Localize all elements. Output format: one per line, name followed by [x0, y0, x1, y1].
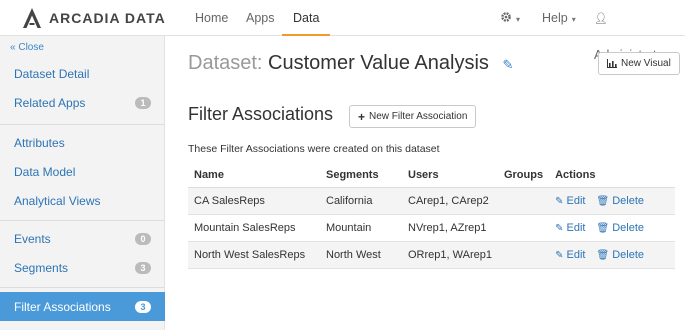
delete-button[interactable]: 🗑︎ Delete — [597, 222, 645, 234]
sidebar-item-filter-associations[interactable]: Filter Associations 3 — [0, 292, 165, 321]
bar-chart-icon — [607, 59, 617, 68]
sidebar-item-attributes[interactable]: Attributes — [0, 128, 165, 157]
dataset-prefix: Dataset: — [188, 52, 263, 74]
table-header-row: Name Segments Users Groups Actions — [188, 163, 675, 188]
table-row: Mountain SalesReps Mountain NVrep1, AZre… — [188, 214, 675, 242]
nav-data[interactable]: Data — [282, 0, 331, 36]
row-name: CA SalesReps — [188, 187, 320, 215]
row-name: Mountain SalesReps — [188, 214, 320, 242]
trash-icon: 🗑︎ — [596, 222, 610, 234]
double-chevron-left-icon: « — [10, 42, 16, 53]
trash-icon: 🗑︎ — [596, 195, 610, 207]
section-description: These Filter Associations were created o… — [188, 143, 440, 155]
edit-label: Edit — [566, 221, 586, 234]
sidebar-item-label: Segments — [14, 260, 69, 275]
table-row: North West SalesReps North West ORrep1, … — [188, 241, 675, 269]
gear-icon — [501, 12, 511, 22]
user-icon: 👤︎ — [594, 13, 608, 25]
sidebar-item-segments[interactable]: Segments 3 — [0, 253, 165, 282]
new-visual-label: New Visual — [621, 58, 671, 69]
delete-button[interactable]: 🗑︎ Delete — [597, 195, 645, 207]
sidebar-item-label: Related Apps — [14, 95, 86, 110]
edit-button[interactable]: ✎ Edit — [555, 249, 585, 261]
sidebar: « Close Dataset Detail Related Apps 1 At… — [0, 36, 165, 330]
new-filter-association-label: New Filter Association — [369, 111, 468, 122]
help-menu[interactable]: Help ▾ — [542, 0, 576, 36]
row-groups — [497, 214, 550, 242]
count-badge: 0 — [135, 232, 151, 245]
count-badge: 3 — [135, 300, 151, 313]
pencil-icon: ✎ — [555, 195, 564, 207]
page-title: Dataset: Customer Value Analysis ✎ — [188, 52, 513, 75]
brand-name: ARCADIA DATA — [49, 10, 166, 26]
sidebar-item-label: Events — [14, 231, 51, 246]
row-name: North West SalesReps — [188, 241, 320, 269]
sidebar-divider — [0, 124, 164, 125]
row-actions: ✎ Edit 🗑︎ Delete — [549, 214, 675, 242]
sidebar-item-label: Attributes — [14, 135, 65, 150]
edit-button[interactable]: ✎ Edit — [555, 195, 585, 207]
delete-label: Delete — [612, 194, 645, 207]
nav-home[interactable]: Home — [195, 0, 228, 36]
edit-label: Edit — [566, 248, 586, 261]
chevron-down-icon: ▾ — [516, 15, 521, 24]
edit-button[interactable]: ✎ Edit — [555, 222, 585, 234]
sidebar-item-dataset-detail[interactable]: Dataset Detail — [0, 59, 165, 88]
plus-icon: + — [358, 109, 366, 124]
pencil-icon: ✎ — [502, 57, 514, 72]
delete-label: Delete — [612, 221, 645, 234]
column-header-actions: Actions — [549, 163, 675, 188]
table-row: CA SalesReps California CArep1, CArep2 ✎… — [188, 187, 675, 215]
close-sidebar-link[interactable]: « Close — [10, 42, 44, 53]
row-groups — [497, 241, 550, 269]
new-filter-association-button[interactable]: + New Filter Association — [349, 105, 477, 128]
new-visual-button[interactable]: New Visual — [598, 52, 680, 75]
column-header-segments[interactable]: Segments — [320, 163, 402, 188]
sidebar-item-label: Analytical Views — [14, 193, 101, 208]
row-segments: North West — [320, 241, 402, 269]
column-header-groups[interactable]: Groups — [497, 163, 550, 188]
edit-dataset-name-button[interactable]: ✎ — [502, 57, 513, 73]
dataset-name: Customer Value Analysis — [268, 52, 489, 74]
chevron-down-icon: ▾ — [571, 15, 576, 24]
sidebar-divider — [0, 220, 164, 221]
column-header-users[interactable]: Users — [402, 163, 498, 188]
row-users: CArep1, CArep2 — [402, 187, 498, 215]
row-segments: Mountain — [320, 214, 402, 242]
close-label: Close — [18, 42, 44, 53]
nav-apps[interactable]: Apps — [246, 0, 275, 36]
row-actions: ✎ Edit 🗑︎ Delete — [549, 241, 675, 269]
row-users: ORrep1, WArep1 — [402, 241, 498, 269]
row-groups — [497, 187, 550, 215]
row-segments: California — [320, 187, 402, 215]
trash-icon: 🗑︎ — [596, 249, 610, 261]
delete-button[interactable]: 🗑︎ Delete — [597, 249, 645, 261]
filter-associations-table: Name Segments Users Groups Actions CA Sa… — [188, 163, 675, 269]
sidebar-item-label: Data Model — [14, 164, 76, 179]
edit-label: Edit — [566, 194, 586, 207]
delete-label: Delete — [612, 248, 645, 261]
sidebar-item-label: Filter Associations — [14, 299, 111, 314]
count-badge: 3 — [135, 261, 151, 274]
help-label: Help — [542, 11, 568, 25]
sidebar-item-analytical-views[interactable]: Analytical Views — [0, 186, 165, 215]
settings-menu[interactable]: ▾ — [500, 0, 520, 36]
sidebar-item-label: Dataset Detail — [14, 66, 90, 81]
row-actions: ✎ Edit 🗑︎ Delete — [549, 187, 675, 215]
count-badge: 1 — [135, 96, 151, 109]
sidebar-divider — [0, 287, 164, 288]
arcadia-logo-icon — [23, 8, 41, 28]
pencil-icon: ✎ — [555, 222, 564, 234]
sidebar-item-related-apps[interactable]: Related Apps 1 — [0, 88, 165, 117]
brand-logo[interactable]: ARCADIA DATA — [22, 7, 166, 29]
pencil-icon: ✎ — [555, 249, 564, 261]
top-nav-bar: ARCADIA DATA Home Apps Data ▾ Help▾ 👤︎ A… — [0, 0, 685, 62]
sidebar-item-data-model[interactable]: Data Model — [0, 157, 165, 186]
row-users: NVrep1, AZrep1 — [402, 214, 498, 242]
section-title: Filter Associations — [188, 104, 334, 124]
column-header-name[interactable]: Name — [188, 163, 320, 188]
user-menu[interactable]: 👤︎ Administrator▾ — [594, 0, 685, 62]
sidebar-item-events[interactable]: Events 0 — [0, 224, 165, 253]
